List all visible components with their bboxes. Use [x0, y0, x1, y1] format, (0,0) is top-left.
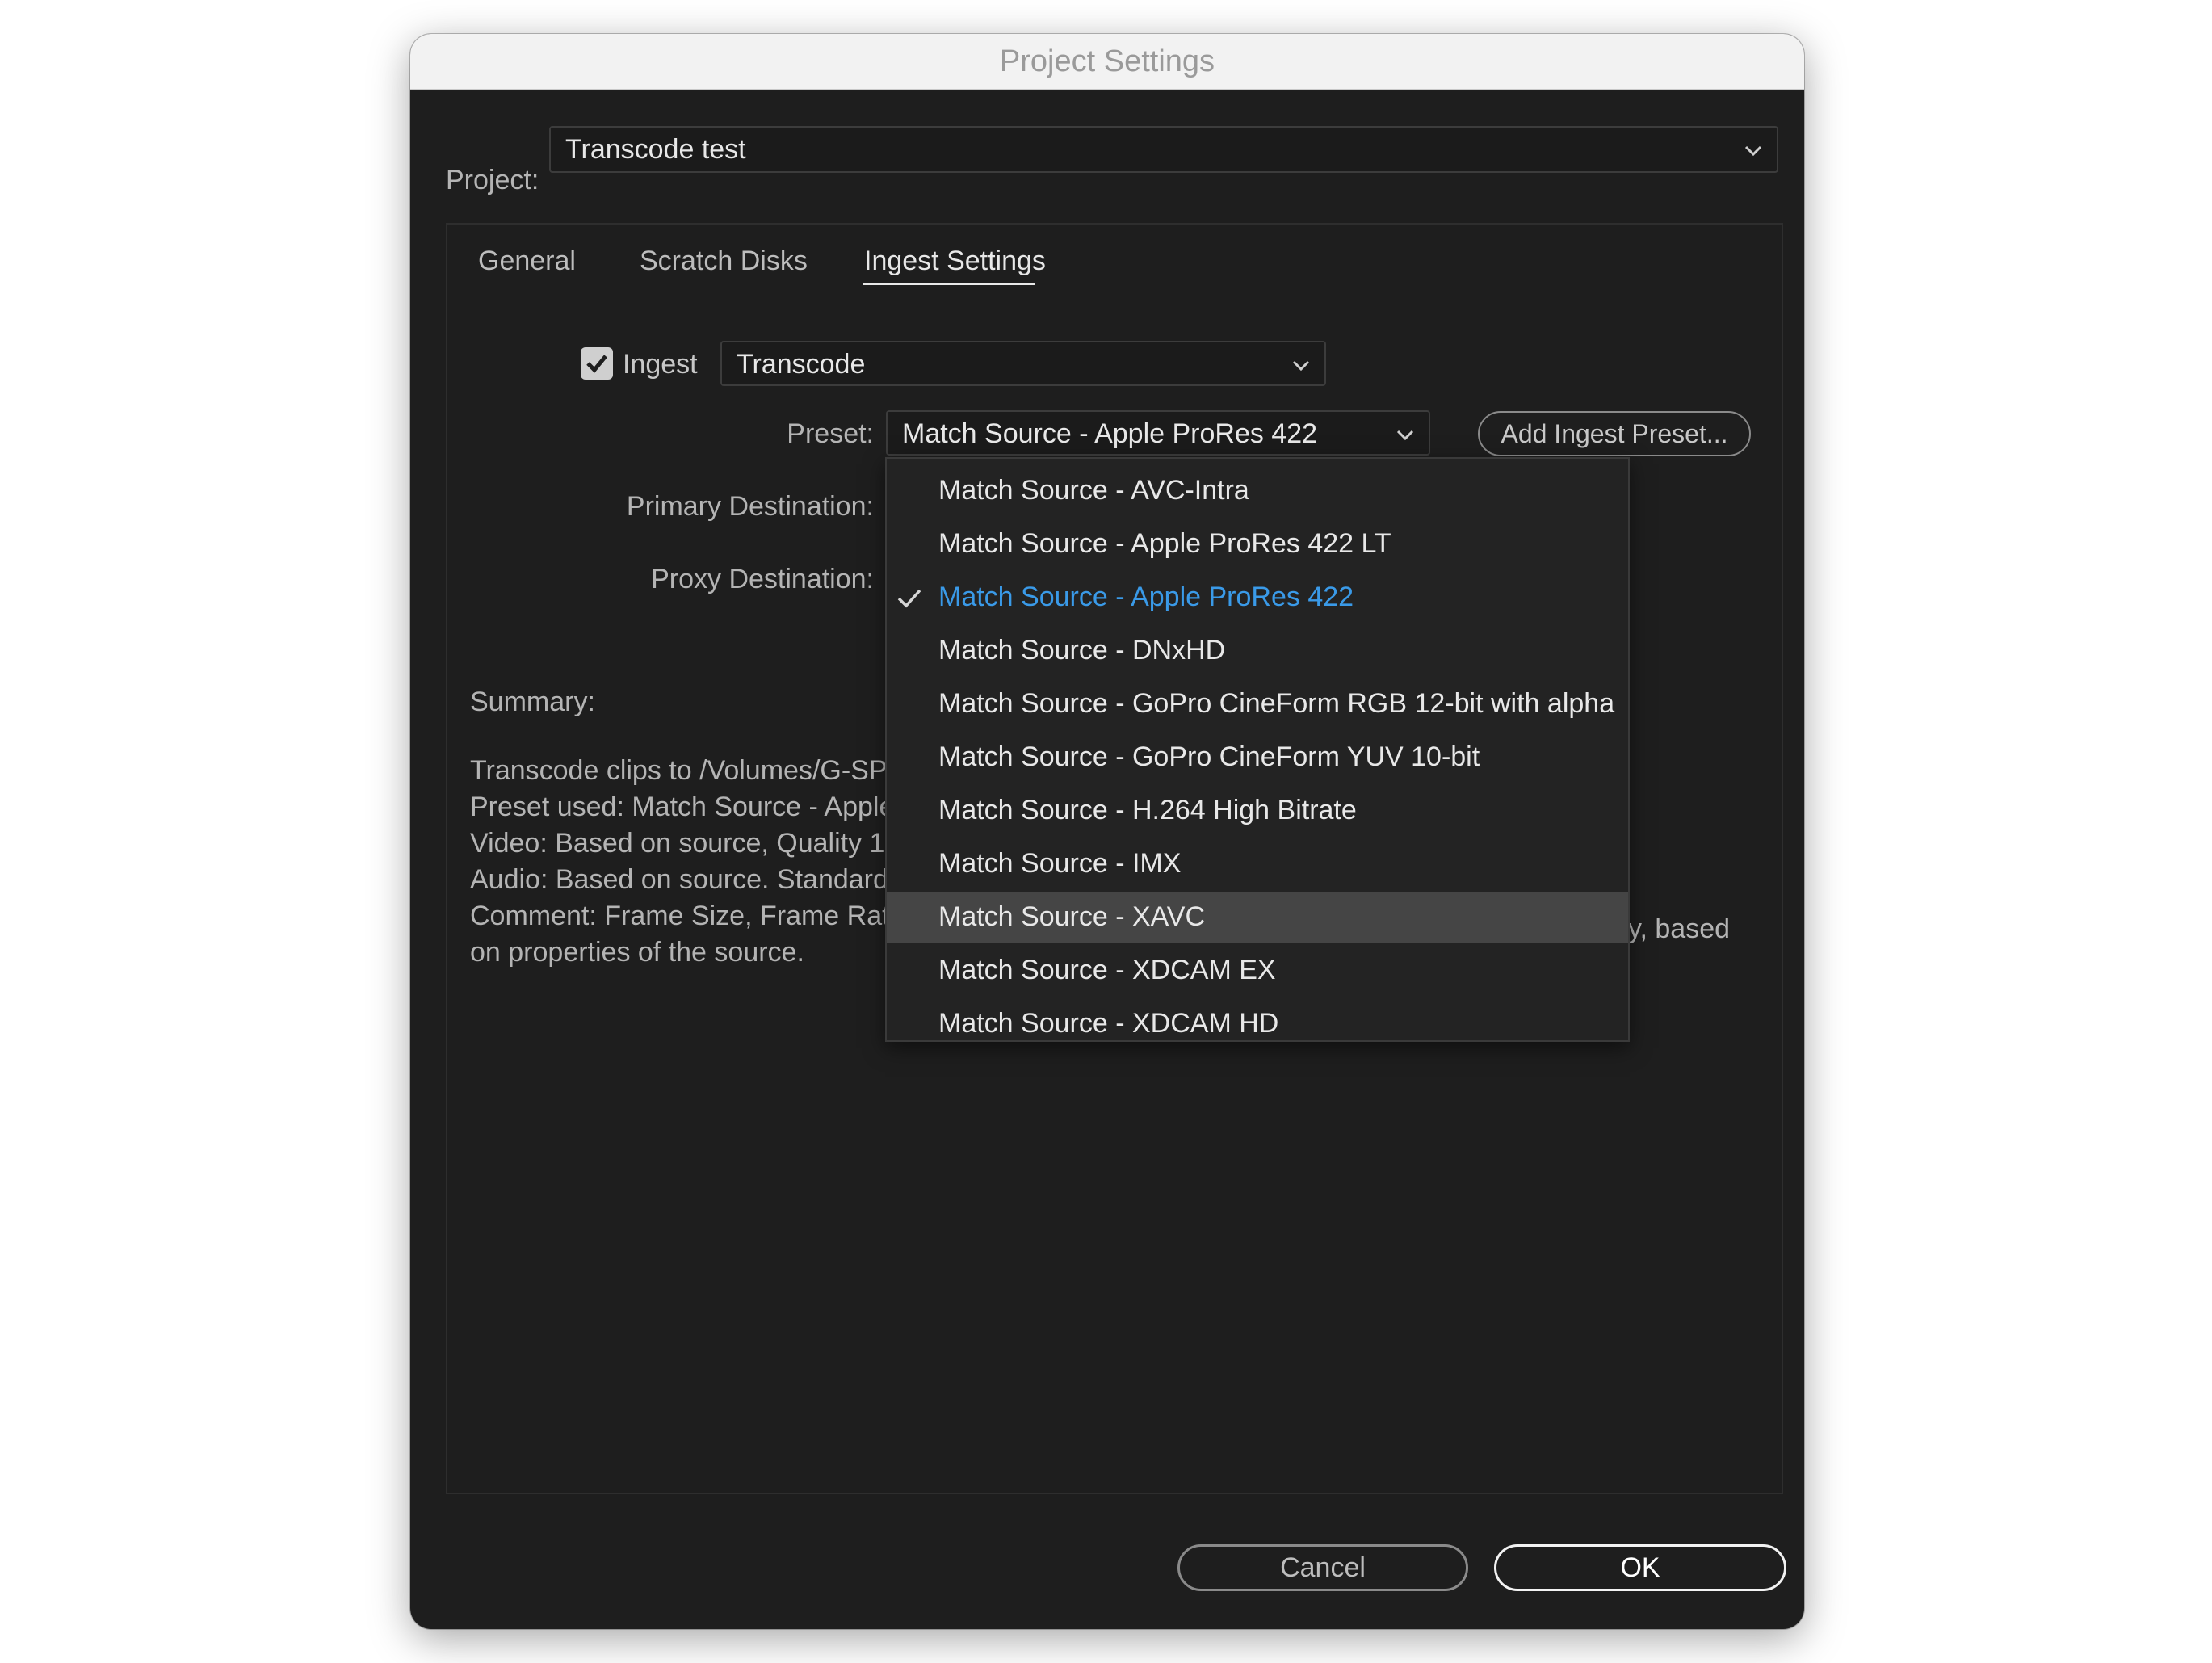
- menu-item-xdcam-ex[interactable]: Match Source - XDCAM EX: [887, 945, 1628, 997]
- tab-ingest-settings[interactable]: Ingest Settings: [864, 246, 1046, 277]
- title-bar[interactable]: Project Settings: [410, 34, 1804, 90]
- summary-title: Summary:: [470, 687, 595, 717]
- tab-general[interactable]: General: [478, 246, 576, 277]
- menu-item-avc-intra[interactable]: Match Source - AVC-Intra: [887, 465, 1628, 517]
- ingest-mode-select[interactable]: Transcode: [720, 341, 1326, 386]
- project-settings-dialog: Project Settings Project: Transcode test…: [410, 34, 1804, 1629]
- preset-label: Preset:: [787, 418, 874, 449]
- ingest-mode-value: Transcode: [737, 349, 866, 380]
- project-select-value: Transcode test: [565, 134, 746, 165]
- menu-item-imx[interactable]: Match Source - IMX: [887, 838, 1628, 890]
- ok-button[interactable]: OK: [1494, 1544, 1786, 1591]
- preset-select[interactable]: Match Source - Apple ProRes 422: [886, 410, 1430, 456]
- tab-scratch-disks[interactable]: Scratch Disks: [640, 246, 808, 277]
- checkmark-icon: [586, 355, 607, 373]
- chevron-down-icon: [1396, 430, 1414, 441]
- menu-item-prores-422-lt[interactable]: Match Source - Apple ProRes 422 LT: [887, 519, 1628, 570]
- chevron-down-icon: [1292, 360, 1310, 372]
- menu-item-cineform-rgb[interactable]: Match Source - GoPro CineForm RGB 12-bit…: [887, 678, 1628, 730]
- chevron-down-icon: [1744, 145, 1762, 157]
- cancel-button[interactable]: Cancel: [1177, 1544, 1468, 1591]
- preset-select-value: Match Source - Apple ProRes 422: [902, 418, 1318, 449]
- ingest-checkbox[interactable]: [581, 347, 613, 380]
- project-select[interactable]: Transcode test: [549, 126, 1778, 173]
- ingest-label: Ingest: [623, 349, 698, 380]
- window-title: Project Settings: [999, 44, 1215, 78]
- menu-item-h264-high[interactable]: Match Source - H.264 High Bitrate: [887, 785, 1628, 837]
- checkmark-icon: [897, 589, 921, 608]
- preset-dropdown-menu: Match Source - AVC-Intra Match Source - …: [885, 457, 1630, 1042]
- menu-item-dnxhd[interactable]: Match Source - DNxHD: [887, 625, 1628, 677]
- menu-item-xdcam-hd[interactable]: Match Source - XDCAM HD: [887, 998, 1628, 1050]
- menu-item-xavc[interactable]: Match Source - XAVC: [887, 892, 1628, 943]
- menu-item-prores-422[interactable]: Match Source - Apple ProRes 422: [887, 572, 1628, 624]
- active-tab-indicator: [863, 283, 1035, 285]
- summary-line-tail: y, based: [1628, 913, 1731, 944]
- project-label: Project:: [446, 165, 539, 195]
- add-ingest-preset-button[interactable]: Add Ingest Preset...: [1478, 411, 1751, 456]
- proxy-destination-label: Proxy Destination:: [651, 564, 874, 594]
- menu-item-cineform-yuv[interactable]: Match Source - GoPro CineForm YUV 10-bit: [887, 732, 1628, 783]
- primary-destination-label: Primary Destination:: [626, 491, 874, 522]
